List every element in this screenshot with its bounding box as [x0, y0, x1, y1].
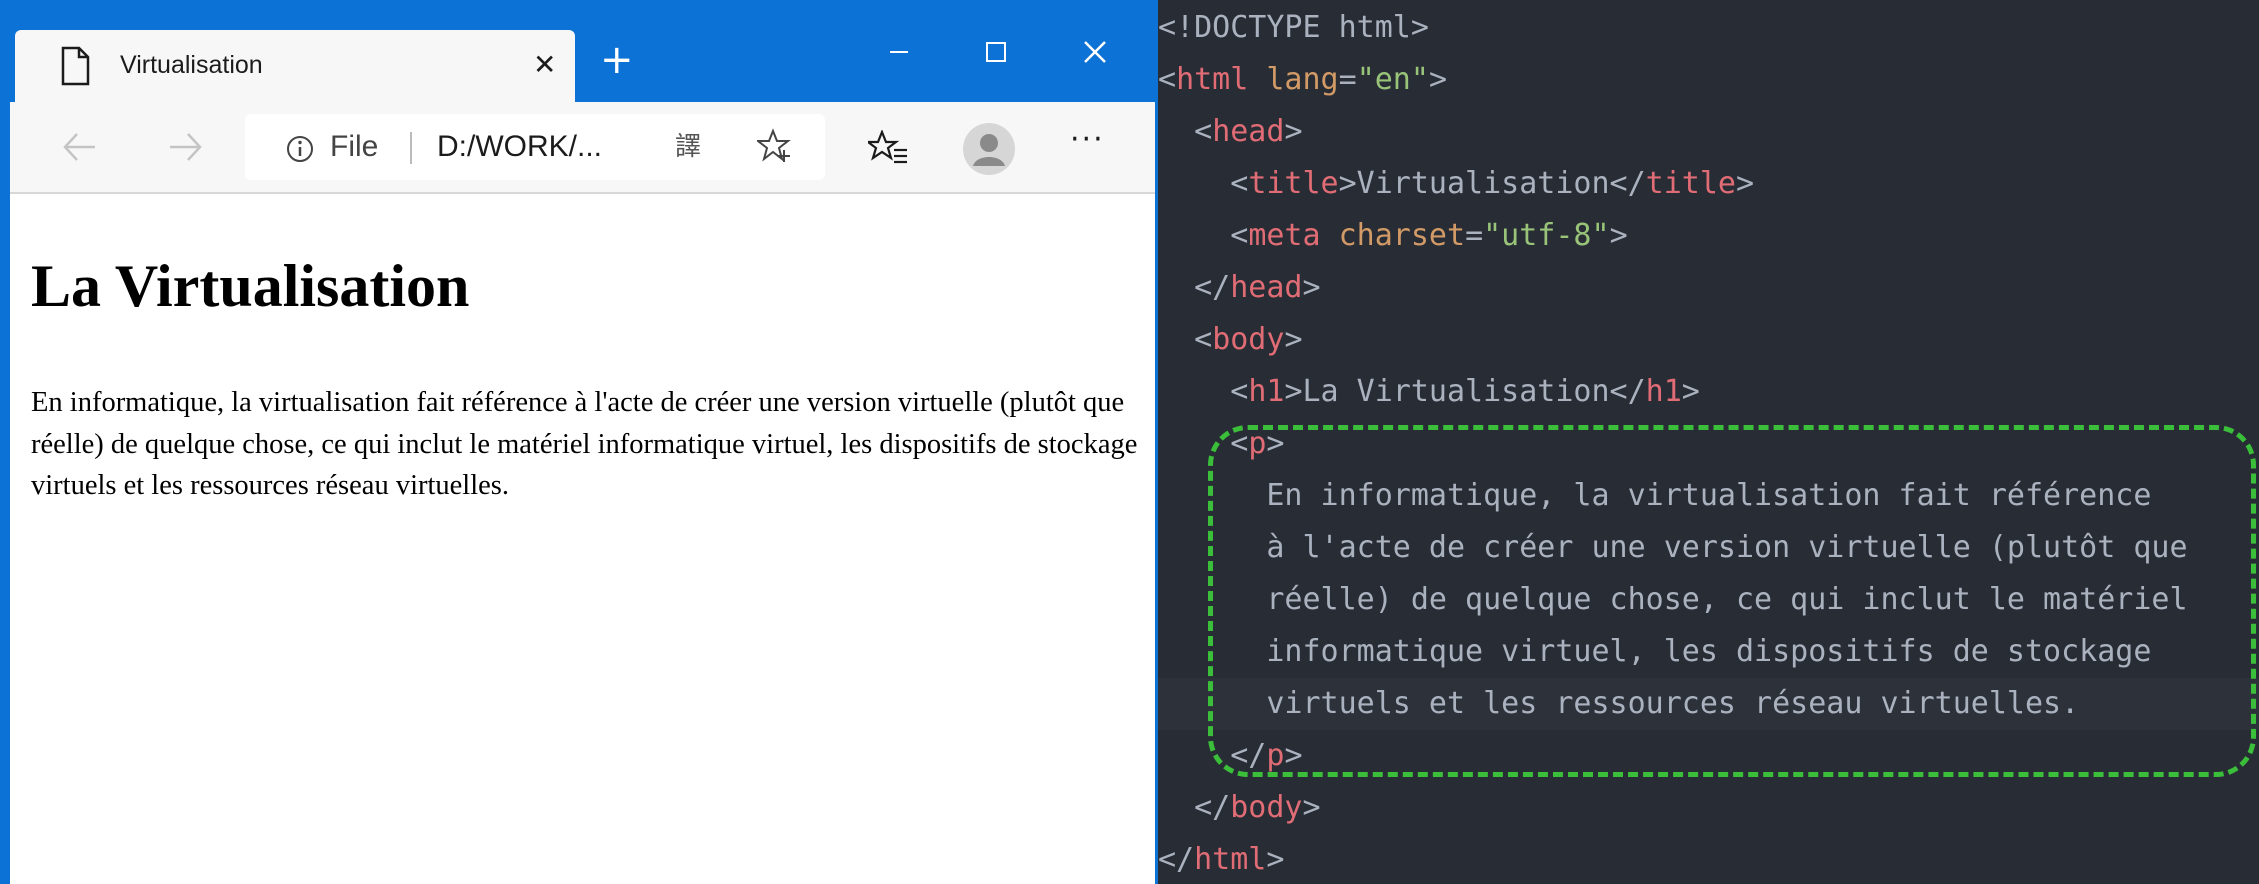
back-arrow-icon[interactable] — [55, 122, 105, 172]
code-token: h1 — [1248, 374, 1285, 409]
code-line: informatique virtuel, les dispositifs de… — [1158, 626, 2151, 678]
tab-close-button[interactable]: ✕ — [533, 48, 556, 82]
code-token: "en" — [1356, 62, 1429, 97]
code-token: < — [1158, 62, 1177, 97]
code-token: > — [1266, 426, 1285, 461]
page-icon — [61, 46, 90, 86]
address-url[interactable]: D:/WORK/... — [437, 130, 602, 164]
code-token: p — [1248, 426, 1267, 461]
maximize-icon[interactable] — [965, 28, 1025, 76]
address-scheme-label: File — [330, 130, 379, 163]
code-line: </head> — [1158, 262, 1321, 314]
code-token: title — [1645, 166, 1736, 201]
browser-tab[interactable]: Virtualisation ✕ — [15, 30, 575, 102]
code-line: En informatique, la virtualisation fait … — [1158, 470, 2151, 522]
title-bar: Virtualisation ✕ + — [10, 10, 1155, 102]
code-token: informatique virtuel, les dispositifs de… — [1158, 634, 2152, 669]
code-line: <html lang="en"> — [1158, 54, 1447, 106]
code-line: <h1>La Virtualisation</h1> — [1158, 366, 1700, 418]
code-token: body — [1212, 322, 1285, 357]
code-token: < — [1158, 218, 1249, 253]
code-line: réelle) de quelque chose, ce qui inclut … — [1158, 574, 2188, 626]
code-token: h1 — [1645, 374, 1682, 409]
code-line: </body> — [1158, 782, 1321, 834]
more-menu-icon[interactable]: ··· — [1070, 120, 1105, 160]
code-token: body — [1230, 790, 1303, 825]
code-line: </html> — [1158, 834, 1284, 884]
favorites-icon[interactable] — [868, 130, 908, 166]
code-token: > — [1302, 270, 1321, 305]
browser-toolbar: File D:/WORK/... 譯 ··· — [10, 102, 1155, 194]
code-line: <head> — [1158, 106, 1303, 158]
code-token: >La Virtualisation</ — [1284, 374, 1646, 409]
code-token: html — [1176, 62, 1249, 97]
code-token: <!DOCTYPE html> — [1158, 10, 1429, 45]
code-token: head — [1212, 114, 1285, 149]
code-token: < — [1158, 322, 1213, 357]
code-line: <p> — [1158, 418, 1284, 470]
new-tab-button[interactable]: + — [600, 40, 634, 80]
code-token: html — [1194, 842, 1267, 877]
code-token: </ — [1158, 842, 1195, 877]
code-token: < — [1158, 166, 1249, 201]
close-icon[interactable] — [1065, 28, 1125, 76]
code-token: > — [1681, 374, 1700, 409]
code-token: meta — [1248, 218, 1321, 253]
code-token: > — [1284, 114, 1303, 149]
code-token: "utf-8" — [1483, 218, 1610, 253]
page-paragraph: En informatique, la virtualisation fait … — [31, 387, 1138, 501]
code-token: = — [1338, 62, 1357, 97]
code-token: p — [1266, 738, 1285, 773]
page-viewport: La Virtualisation En informatique, la vi… — [10, 196, 1155, 884]
code-token: < — [1158, 114, 1213, 149]
code-token: = — [1465, 218, 1484, 253]
code-token: En informatique, la virtualisation fait … — [1158, 478, 2152, 513]
address-separator — [410, 132, 412, 164]
code-token: à l'acte de créer une version virtuelle … — [1158, 530, 2188, 565]
forward-arrow-icon[interactable] — [160, 122, 210, 172]
code-line: <title>Virtualisation</title> — [1158, 158, 1754, 210]
page-heading: La Virtualisation — [31, 253, 470, 319]
code-token: virtuels et les ressources réseau virtue… — [1158, 686, 2080, 721]
code-token: </ — [1158, 790, 1231, 825]
code-line: </p> — [1158, 730, 1303, 782]
tab-title: Virtualisation — [120, 51, 263, 79]
code-token: < — [1158, 374, 1249, 409]
code-token: >Virtualisation</ — [1338, 166, 1646, 201]
code-token: < — [1158, 426, 1249, 461]
code-token: </ — [1158, 270, 1231, 305]
code-token: lang — [1266, 62, 1339, 97]
code-line: <meta charset="utf-8"> — [1158, 210, 1628, 262]
code-token: réelle) de quelque chose, ce qui inclut … — [1158, 582, 2188, 617]
code-token: > — [1735, 166, 1755, 201]
code-line: à l'acte de créer une version virtuelle … — [1158, 522, 2188, 574]
code-token: > — [1302, 790, 1321, 825]
address-bar[interactable]: File D:/WORK/... 譯 — [245, 114, 825, 180]
code-token: > — [1284, 738, 1303, 773]
code-line: <!DOCTYPE html> — [1158, 2, 1429, 54]
code-editor: <!DOCTYPE html> <html lang="en"> <head> <… — [1158, 0, 2259, 884]
code-token: </ — [1158, 738, 1267, 773]
browser-window: Virtualisation ✕ + File D:/WORK/... 譯 ··… — [0, 0, 1158, 884]
code-token: title — [1248, 166, 1339, 201]
code-token: > — [1266, 842, 1285, 877]
code-line: virtuels et les ressources réseau virtue… — [1158, 678, 2259, 730]
code-token: > — [1284, 322, 1303, 357]
info-icon[interactable] — [285, 134, 315, 164]
code-token: charset — [1338, 218, 1466, 253]
code-line: <body> — [1158, 314, 1303, 366]
profile-avatar-icon[interactable] — [962, 122, 1016, 176]
code-token: > — [1609, 218, 1628, 253]
code-token: head — [1230, 270, 1303, 305]
minimize-icon[interactable] — [868, 28, 928, 76]
code-token: > — [1428, 62, 1447, 97]
star-add-icon[interactable] — [757, 128, 793, 164]
translate-icon[interactable]: 譯 — [675, 130, 701, 164]
